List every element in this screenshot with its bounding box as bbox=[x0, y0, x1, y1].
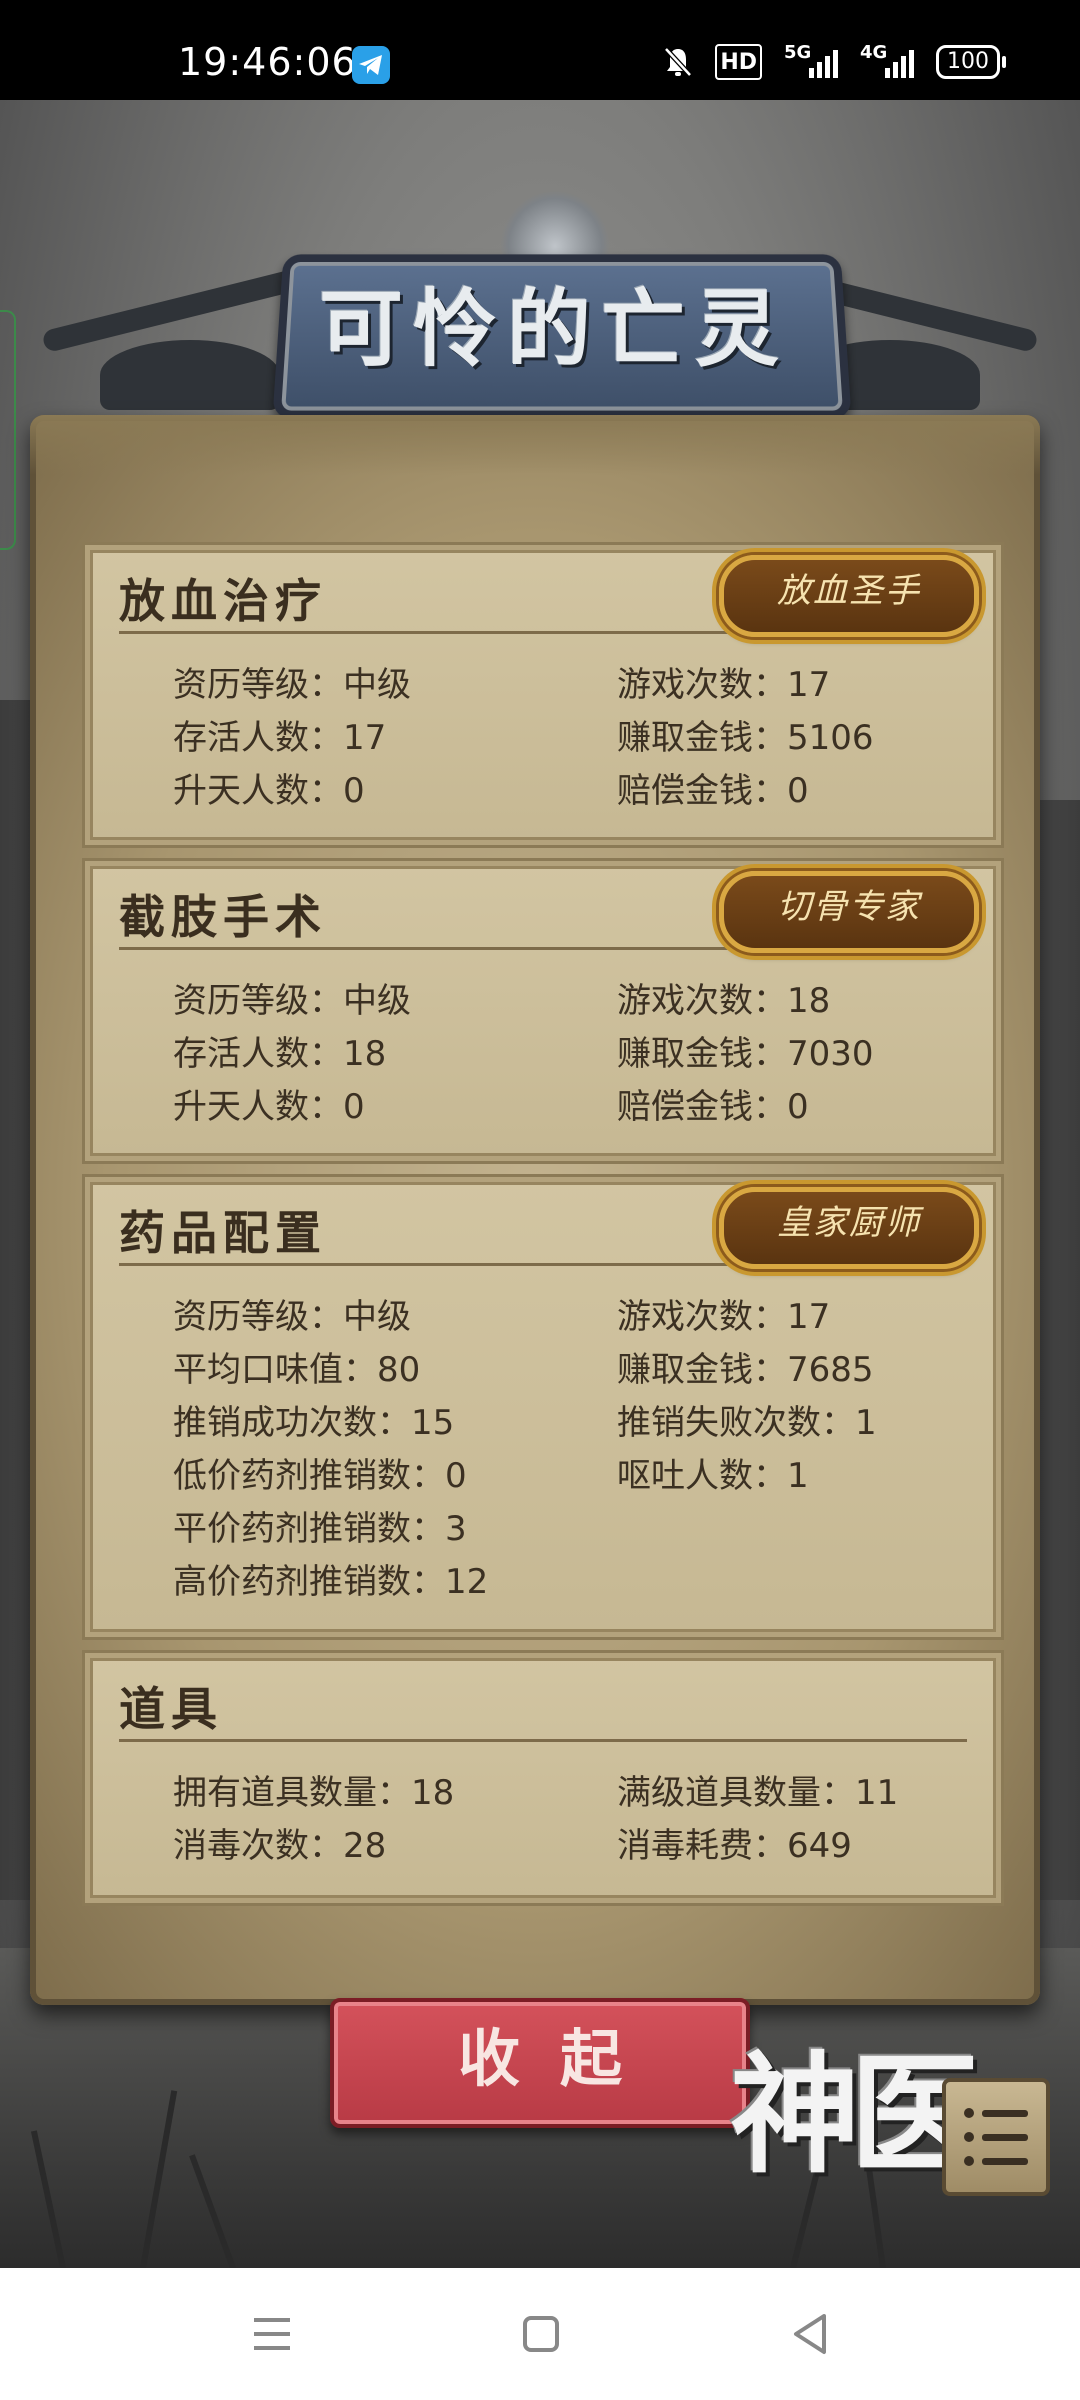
stat-level: 资历等级：中级 bbox=[173, 1297, 411, 1337]
title-badge[interactable]: 切骨专家 bbox=[719, 871, 979, 953]
telegram-icon bbox=[352, 46, 390, 84]
page-title: 可怜的亡灵 bbox=[318, 279, 789, 378]
mute-bell-icon bbox=[663, 46, 693, 78]
panel-title: 道具 bbox=[119, 1682, 223, 1736]
title-badge[interactable]: 放血圣手 bbox=[719, 555, 979, 637]
signal-5g-icon: 5G bbox=[784, 42, 838, 78]
stat-sell-fail: 推销失败次数：1 bbox=[617, 1403, 877, 1443]
status-time: 19:46:06 bbox=[178, 40, 357, 84]
stat-high-price: 高价药剂推销数：12 bbox=[173, 1562, 489, 1602]
stat-avg-taste: 平均口味值：80 bbox=[173, 1350, 421, 1390]
battery-icon: 100 bbox=[936, 45, 1006, 79]
stat-disinfect-count: 消毒次数：28 bbox=[173, 1826, 387, 1866]
banner-crown-ornament bbox=[500, 190, 610, 260]
stat-earned: 赚取金钱：5106 bbox=[617, 718, 874, 758]
stat-earned: 赚取金钱：7030 bbox=[617, 1034, 874, 1074]
stat-plays: 游戏次数：18 bbox=[617, 981, 831, 1021]
panel-bloodletting: 放血治疗 放血圣手 资历等级：中级 游戏次数：17 存活人数：17 赚取金钱：5… bbox=[82, 542, 1004, 848]
stat-plays: 游戏次数：17 bbox=[617, 1297, 831, 1337]
panel-title: 放血治疗 bbox=[119, 574, 327, 628]
title-badge[interactable]: 皇家厨师 bbox=[719, 1187, 979, 1269]
stat-sell-success: 推销成功次数：15 bbox=[173, 1403, 455, 1443]
divider bbox=[119, 1739, 967, 1742]
net-5g-label: 5G bbox=[784, 42, 812, 63]
net-4g-label: 4G bbox=[860, 42, 888, 63]
panel-title: 截肢手术 bbox=[119, 890, 327, 944]
hd-icon: HD bbox=[715, 44, 762, 80]
back-triangle-icon[interactable] bbox=[780, 2304, 840, 2364]
panel-items: 道具 拥有道具数量：18 满级道具数量：11 消毒次数：28 消毒耗费：649 bbox=[82, 1650, 1004, 1906]
stat-disinfect-cost: 消毒耗费：649 bbox=[617, 1826, 852, 1866]
stat-compensation: 赔偿金钱：0 bbox=[617, 1087, 809, 1127]
stat-survivors: 存活人数：18 bbox=[173, 1034, 387, 1074]
home-square-icon[interactable] bbox=[511, 2304, 571, 2364]
stat-vomit: 呕吐人数：1 bbox=[617, 1456, 809, 1496]
stat-ascended: 升天人数：0 bbox=[173, 1087, 365, 1127]
stat-ascended: 升天人数：0 bbox=[173, 771, 365, 811]
stat-level: 资历等级：中级 bbox=[173, 981, 411, 1021]
status-bar: 19:46:06 HD 5G 4G 100 bbox=[0, 0, 1080, 100]
stat-level: 资历等级：中级 bbox=[173, 665, 411, 705]
stat-earned: 赚取金钱：7685 bbox=[617, 1350, 874, 1390]
panel-amputation: 截肢手术 切骨专家 资历等级：中级 游戏次数：18 存活人数：18 赚取金钱：7… bbox=[82, 858, 1004, 1164]
stat-max-level-items: 满级道具数量：11 bbox=[617, 1773, 899, 1813]
stat-compensation: 赔偿金钱：0 bbox=[617, 771, 809, 811]
stat-low-price: 低价药剂推销数：0 bbox=[173, 1456, 467, 1496]
menu-list-button[interactable] bbox=[942, 2078, 1050, 2196]
menu-lines-icon[interactable] bbox=[242, 2304, 302, 2364]
signal-4g-icon: 4G bbox=[860, 42, 914, 78]
panel-title: 药品配置 bbox=[119, 1206, 327, 1260]
collapse-button[interactable]: 收起 bbox=[330, 1998, 750, 2128]
panel-medicine: 药品配置 皇家厨师 资历等级：中级 游戏次数：17 平均口味值：80 赚取金钱：… bbox=[82, 1174, 1004, 1640]
side-drawer-handle[interactable] bbox=[0, 310, 16, 550]
stat-owned-items: 拥有道具数量：18 bbox=[173, 1773, 455, 1813]
system-nav-bar bbox=[0, 2268, 1080, 2400]
stat-mid-price: 平价药剂推销数：3 bbox=[173, 1509, 467, 1549]
stat-survivors: 存活人数：17 bbox=[173, 718, 387, 758]
stat-plays: 游戏次数：17 bbox=[617, 665, 831, 705]
